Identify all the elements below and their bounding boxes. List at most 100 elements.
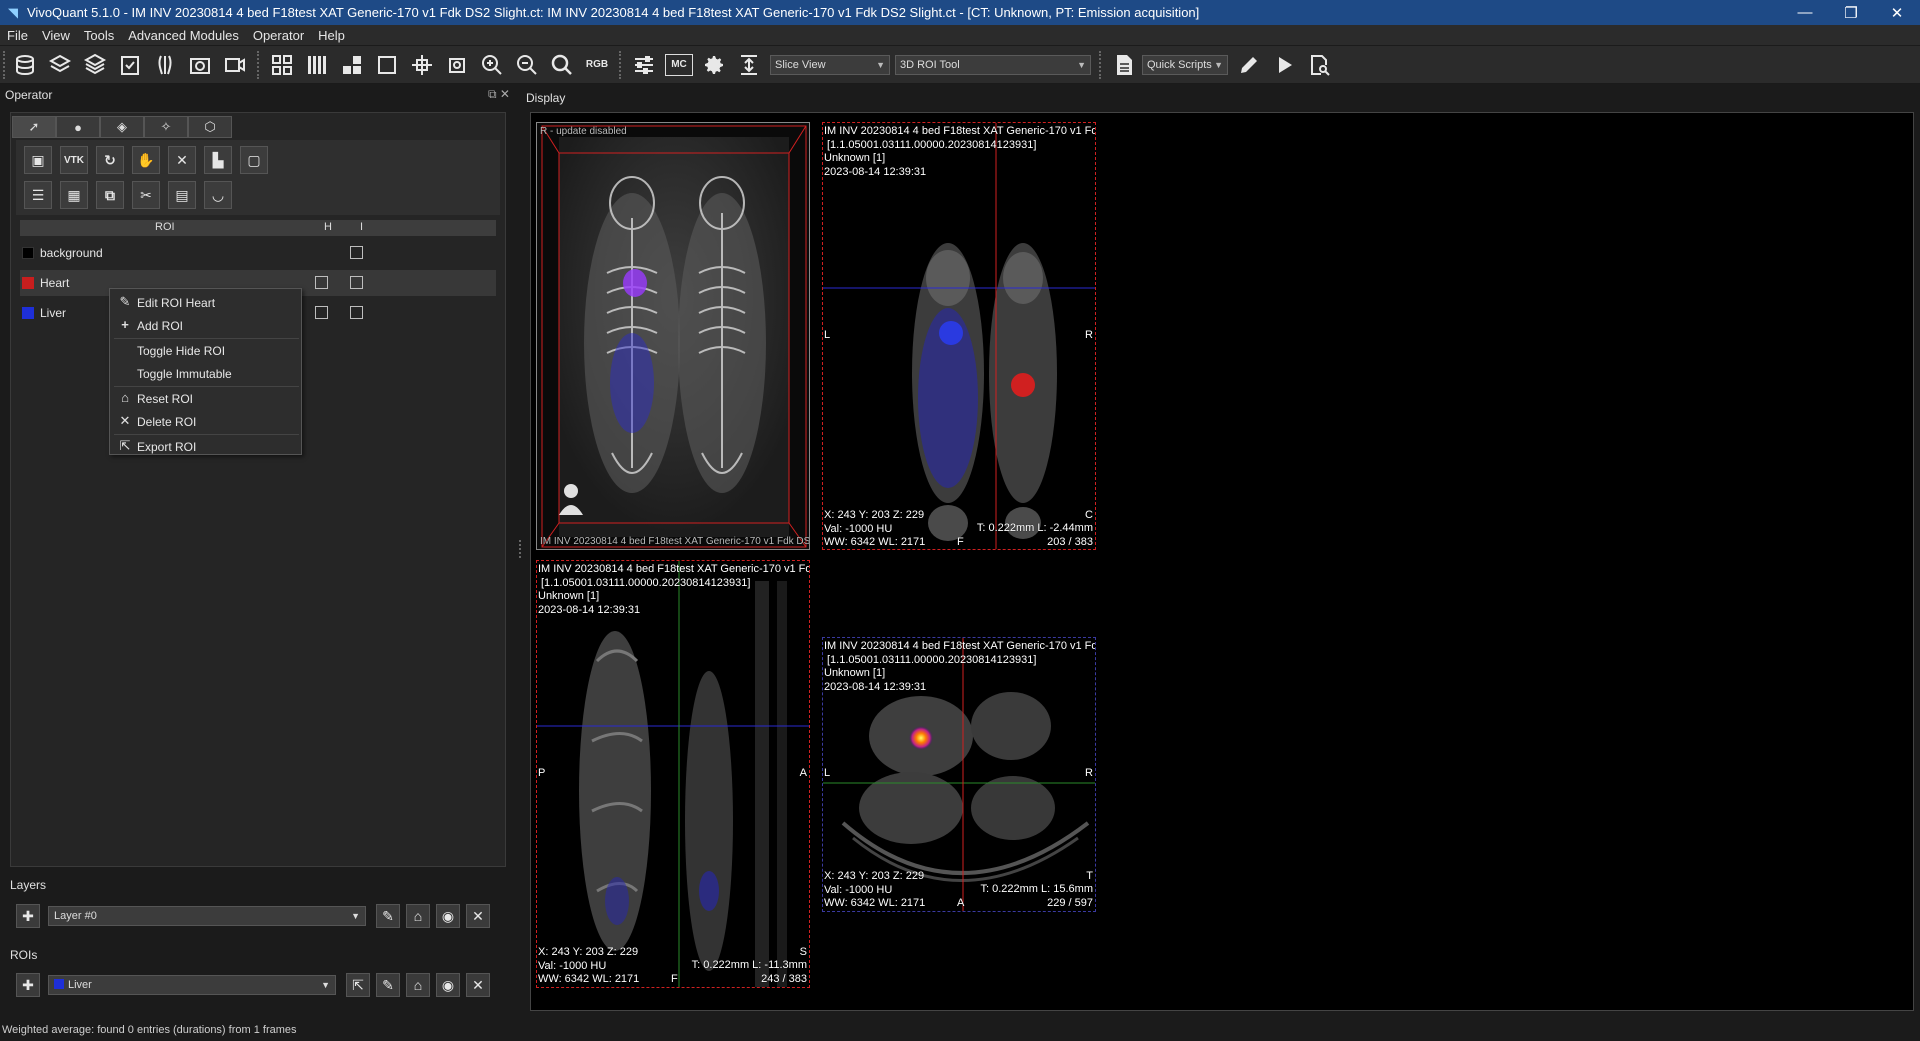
- tool-select[interactable]: 3D ROI Tool ▼: [895, 54, 1091, 75]
- export-roi-button[interactable]: ⇱: [346, 973, 370, 997]
- mixed-layout-icon[interactable]: [338, 51, 366, 79]
- close-window-button[interactable]: ✕: [1874, 0, 1920, 25]
- view-mode-select[interactable]: Slice View ▼: [770, 54, 890, 75]
- menu-tools[interactable]: Tools: [77, 28, 121, 43]
- hide-checkbox[interactable]: [315, 306, 328, 319]
- roi-row-background[interactable]: background: [20, 240, 496, 266]
- toolbar-separator: [257, 50, 261, 79]
- list-edit-icon[interactable]: ☰: [24, 181, 52, 209]
- chevron-down-icon: ▼: [876, 59, 885, 70]
- add-layer-button[interactable]: ✚: [16, 904, 40, 928]
- tab-slice[interactable]: ◈: [100, 116, 144, 138]
- edit-layer-button[interactable]: ✎: [376, 904, 400, 928]
- rgb-button[interactable]: RGB: [583, 51, 611, 79]
- crosshair-icon[interactable]: [408, 51, 436, 79]
- scissors-icon[interactable]: ✂: [132, 181, 160, 209]
- smooth-curve-icon[interactable]: ◡: [204, 181, 232, 209]
- menu-item-label: Add ROI: [137, 319, 184, 333]
- play-icon[interactable]: [1270, 51, 1298, 79]
- grid-layout-icon[interactable]: [268, 51, 296, 79]
- frame-icon[interactable]: ▢: [240, 146, 268, 174]
- coronal-header: IM INV 20230814 4 bed F18test XAT Generi…: [824, 125, 1095, 179]
- clear-layer-button[interactable]: ⌂: [406, 904, 430, 928]
- menu-file[interactable]: File: [0, 28, 35, 43]
- menu-operator[interactable]: Operator: [246, 28, 311, 43]
- delete-roi-button[interactable]: ✕: [466, 973, 490, 997]
- hide-checkbox[interactable]: [315, 276, 328, 289]
- stack-layers-icon[interactable]: [81, 51, 109, 79]
- minimize-button[interactable]: —: [1782, 0, 1828, 25]
- database-icon[interactable]: [11, 51, 39, 79]
- single-layout-icon[interactable]: [373, 51, 401, 79]
- rotate-view-icon[interactable]: [443, 51, 471, 79]
- tool-value: 3D ROI Tool: [900, 58, 960, 71]
- tab-sphere[interactable]: ●: [56, 116, 100, 138]
- menu-advanced-modules[interactable]: Advanced Modules: [121, 28, 246, 43]
- columns-layout-icon[interactable]: [303, 51, 331, 79]
- vtk-button[interactable]: VTK: [60, 146, 88, 174]
- clear-icon[interactable]: ✕: [168, 146, 196, 174]
- sliders-icon[interactable]: [630, 51, 658, 79]
- document-icon[interactable]: [1110, 51, 1138, 79]
- merge-icon[interactable]: ⧉: [96, 181, 124, 209]
- menu-item-delete-roi[interactable]: ✕ Delete ROI: [110, 411, 303, 433]
- find-in-document-icon[interactable]: [1305, 51, 1333, 79]
- quick-scripts-select[interactable]: Quick Scripts ▼: [1142, 54, 1228, 75]
- gear-icon[interactable]: [700, 51, 728, 79]
- menu-item-add-roi[interactable]: + Add ROI: [110, 315, 303, 337]
- viewport-sagittal[interactable]: IM INV 20230814 4 bed F18test XAT Generi…: [536, 560, 810, 988]
- zoom-in-icon[interactable]: [478, 51, 506, 79]
- zoom-out-icon[interactable]: [513, 51, 541, 79]
- immutable-checkbox[interactable]: [350, 246, 363, 259]
- video-camera-icon[interactable]: [221, 51, 249, 79]
- menu-view[interactable]: View: [35, 28, 77, 43]
- clipboard-check-icon[interactable]: [116, 51, 144, 79]
- menu-item-label: Edit ROI Heart: [137, 296, 216, 310]
- immutable-checkbox[interactable]: [350, 306, 363, 319]
- pencil-icon[interactable]: [1235, 51, 1263, 79]
- orient-corner-label: C: [1085, 509, 1093, 521]
- anatomy-icon[interactable]: [151, 51, 179, 79]
- mc-button[interactable]: MC: [665, 53, 693, 76]
- edit-roi-button[interactable]: ✎: [376, 973, 400, 997]
- tab-select-cursor[interactable]: ➚: [12, 116, 56, 138]
- viewport-axial[interactable]: IM INV 20230814 4 bed F18test XAT Generi…: [822, 637, 1096, 912]
- align-vertical-icon[interactable]: [735, 51, 763, 79]
- menu-help[interactable]: Help: [311, 28, 352, 43]
- menu-item-export-roi[interactable]: ⇱ Export ROI: [110, 436, 303, 458]
- search-icon[interactable]: [548, 51, 576, 79]
- restore-button[interactable]: ❐: [1828, 0, 1874, 25]
- roi-visibility-eye-icon[interactable]: ◉: [436, 973, 460, 997]
- remove-layer-button[interactable]: ✕: [466, 904, 490, 928]
- add-roi-button[interactable]: ✚: [16, 973, 40, 997]
- viewport-3d[interactable]: R - update disabled IM INV 20230814 4 be…: [536, 122, 810, 550]
- reset-roi-button[interactable]: ⌂: [406, 973, 430, 997]
- operator-dock-controls[interactable]: ⧉ ✕: [488, 87, 510, 102]
- tab-magic-wand[interactable]: ✧: [144, 116, 188, 138]
- tab-cube[interactable]: ⬡: [188, 116, 232, 138]
- histogram-icon[interactable]: ▙: [204, 146, 232, 174]
- hand-pan-icon[interactable]: ✋: [132, 146, 160, 174]
- roi-select[interactable]: Liver ▼: [48, 975, 336, 995]
- table-icon[interactable]: ▦: [60, 181, 88, 209]
- menu-item-reset-roi[interactable]: ⌂ Reset ROI: [110, 388, 303, 410]
- axial-info: X: 243 Y: 203 Z: 229 Val: -1000 HU WW: 6…: [824, 870, 925, 911]
- roi-color-swatch: [22, 307, 34, 319]
- title-bar: ◥ VivoQuant 5.1.0 - IM INV 20230814 4 be…: [0, 0, 1920, 25]
- menu-item-toggle-immutable[interactable]: Toggle Immutable: [110, 363, 303, 385]
- clipboard-icon[interactable]: ▤: [168, 181, 196, 209]
- visibility-eye-icon[interactable]: ◉: [436, 904, 460, 928]
- layer-select[interactable]: Layer #0 ▼: [48, 906, 366, 926]
- layers-icon[interactable]: [46, 51, 74, 79]
- camera-icon[interactable]: [186, 51, 214, 79]
- menu-item-toggle-hide[interactable]: Toggle Hide ROI: [110, 340, 303, 362]
- chevron-down-icon: ▼: [1214, 59, 1223, 70]
- reload-icon[interactable]: ↻: [96, 146, 124, 174]
- viewport-coronal[interactable]: IM INV 20230814 4 bed F18test XAT Generi…: [822, 122, 1096, 550]
- menu-item-edit-roi[interactable]: ✎ Edit ROI Heart: [110, 292, 303, 314]
- close-icon: ✕: [119, 413, 131, 428]
- immutable-checkbox[interactable]: [350, 276, 363, 289]
- save-roi-icon[interactable]: ▣: [24, 146, 52, 174]
- panel-splitter[interactable]: [519, 540, 523, 558]
- roi-column-header: ROI: [155, 221, 175, 233]
